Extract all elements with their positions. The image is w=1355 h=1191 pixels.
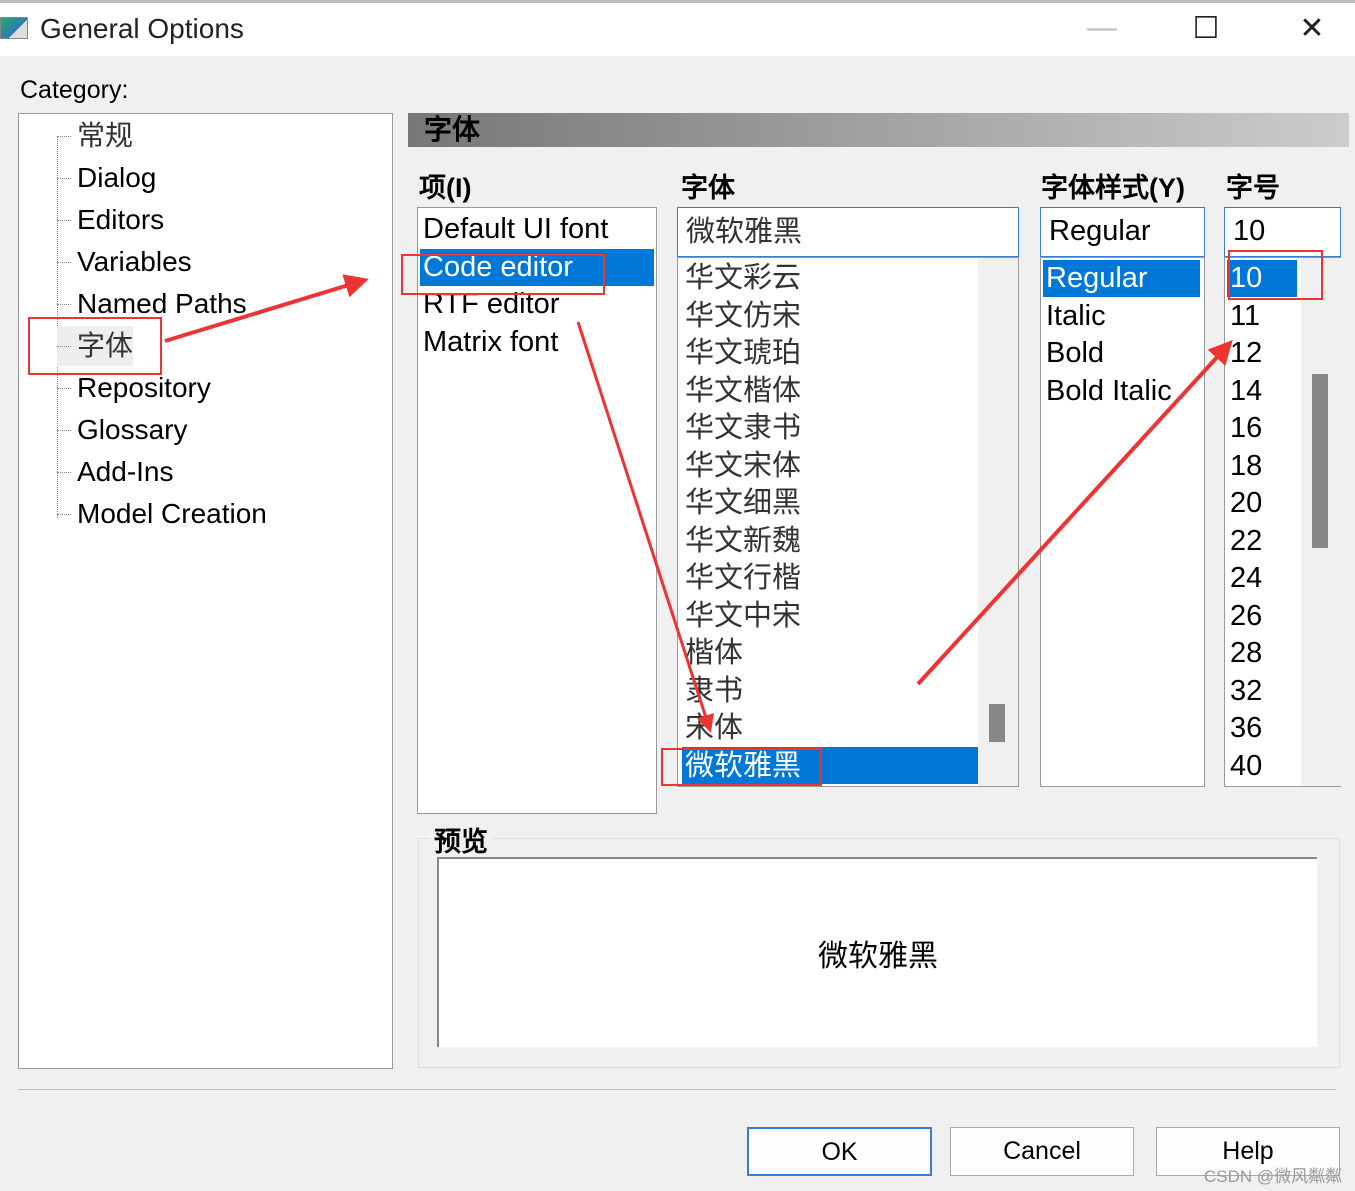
arrow-to-font bbox=[576, 321, 714, 733]
arrow-to-size bbox=[916, 340, 1233, 686]
arrow-to-items bbox=[164, 274, 369, 343]
annotation-arrows bbox=[164, 274, 1233, 733]
